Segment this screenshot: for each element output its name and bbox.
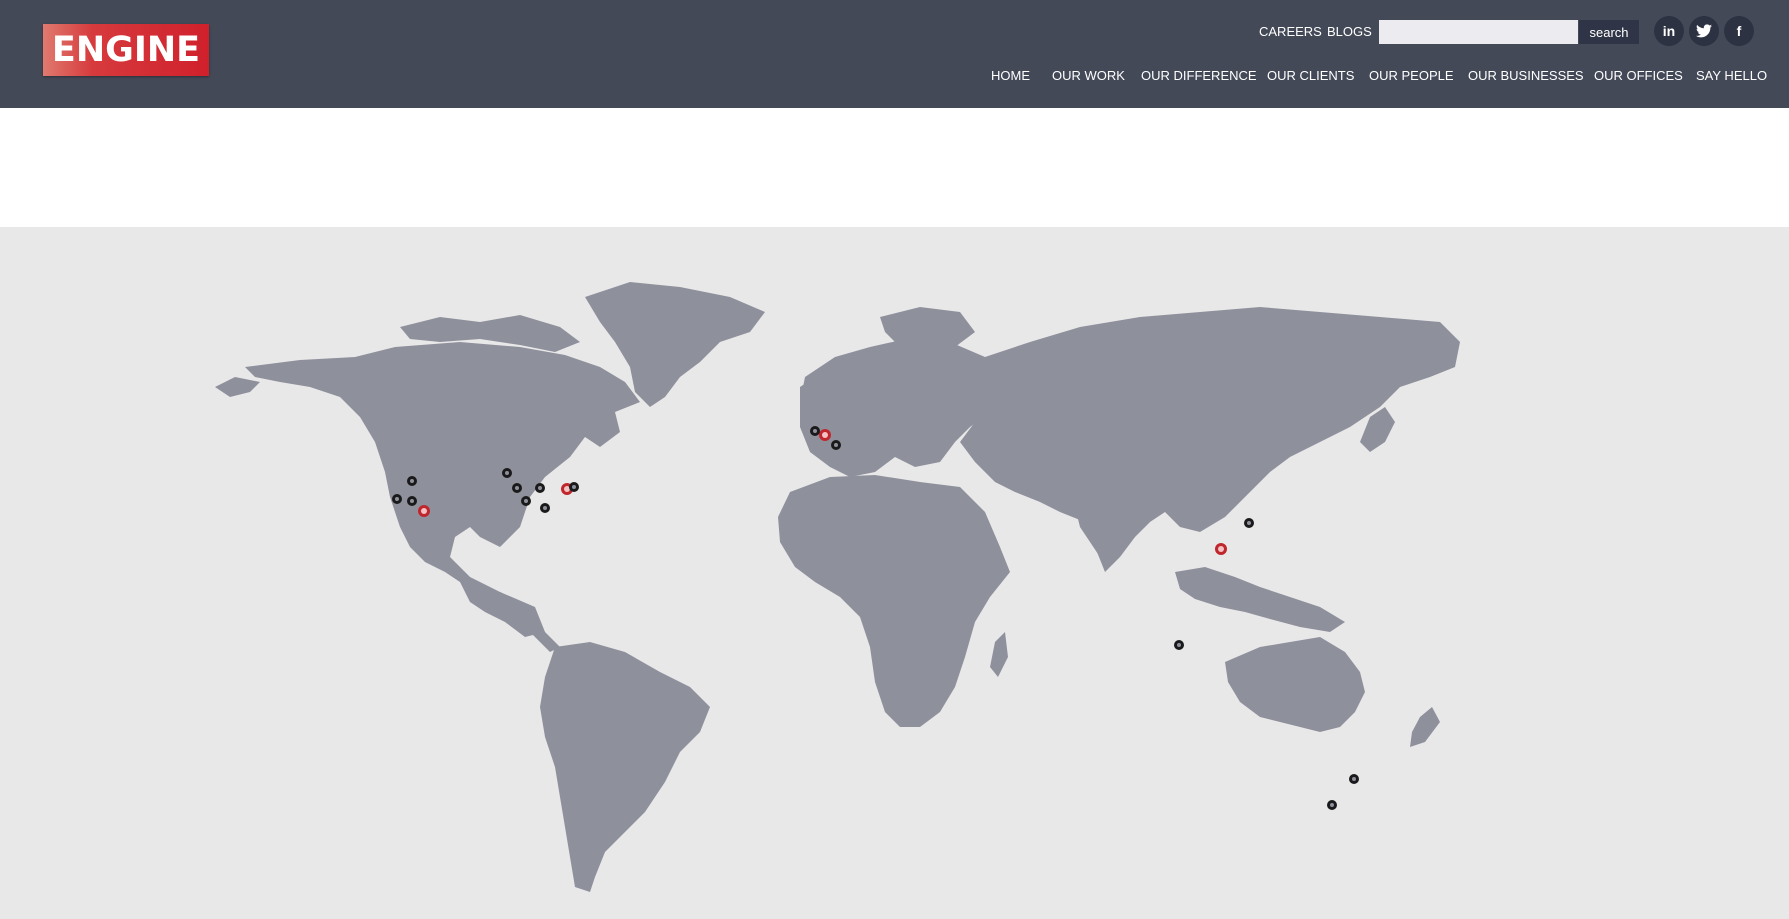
- south-america: [540, 642, 710, 892]
- pin-black[interactable]: [1174, 640, 1184, 650]
- pin-black[interactable]: [1244, 518, 1254, 528]
- pin-black[interactable]: [540, 503, 550, 513]
- pin-black[interactable]: [569, 482, 579, 492]
- nav-home[interactable]: HOME: [991, 68, 1030, 83]
- pin-red[interactable]: [1215, 543, 1227, 555]
- site-header: ENGINE CAREERS BLOGS search in f HOME OU…: [0, 0, 1789, 108]
- search-button[interactable]: search: [1579, 20, 1639, 44]
- pin-black[interactable]: [502, 468, 512, 478]
- linkedin-icon[interactable]: in: [1654, 16, 1684, 46]
- continents: [215, 282, 1460, 892]
- pin-black[interactable]: [407, 496, 417, 506]
- nav-our-businesses[interactable]: OUR BUSINESSES: [1468, 68, 1584, 83]
- nav-our-clients[interactable]: OUR CLIENTS: [1267, 68, 1354, 83]
- alaska-tail: [215, 377, 260, 397]
- twitter-icon[interactable]: [1689, 16, 1719, 46]
- logo-text: ENGINE: [51, 30, 201, 70]
- pin-black[interactable]: [407, 476, 417, 486]
- nav-our-people[interactable]: OUR PEOPLE: [1369, 68, 1454, 83]
- north-america: [245, 342, 640, 637]
- africa: [778, 475, 1010, 727]
- new-zealand: [1410, 707, 1440, 747]
- nav-say-hello[interactable]: SAY HELLO: [1696, 68, 1767, 83]
- search-input[interactable]: [1379, 20, 1578, 44]
- australia: [1225, 637, 1365, 732]
- madagascar: [990, 632, 1008, 677]
- pin-black[interactable]: [521, 496, 531, 506]
- facebook-icon[interactable]: f: [1724, 16, 1754, 46]
- pin-red[interactable]: [418, 505, 430, 517]
- pin-black[interactable]: [512, 483, 522, 493]
- offices-map-section: [0, 227, 1789, 919]
- pin-black[interactable]: [810, 426, 820, 436]
- pin-black[interactable]: [1349, 774, 1359, 784]
- engine-logo[interactable]: ENGINE: [43, 24, 209, 76]
- nav-our-difference[interactable]: OUR DIFFERENCE: [1141, 68, 1257, 83]
- blogs-link[interactable]: BLOGS: [1327, 24, 1372, 39]
- southeast-asia: [1175, 567, 1345, 632]
- nav-our-work[interactable]: OUR WORK: [1052, 68, 1125, 83]
- pin-red[interactable]: [819, 429, 831, 441]
- careers-link[interactable]: CAREERS: [1259, 24, 1322, 39]
- pin-black[interactable]: [1327, 800, 1337, 810]
- nav-our-offices[interactable]: OUR OFFICES: [1594, 68, 1683, 83]
- pin-black[interactable]: [535, 483, 545, 493]
- twitter-bird-icon: [1696, 24, 1712, 38]
- pin-black[interactable]: [392, 494, 402, 504]
- pin-black[interactable]: [831, 440, 841, 450]
- world-map: [215, 282, 1460, 892]
